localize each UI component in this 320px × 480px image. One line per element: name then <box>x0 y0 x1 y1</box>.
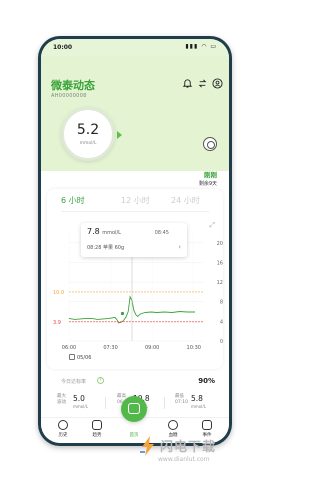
glucose-curve <box>68 257 195 341</box>
sensor-status: 刚刚 <box>204 171 217 179</box>
x-tick-label: 07:30 <box>103 345 117 351</box>
y-tick-label: 0 <box>220 339 223 345</box>
sensor-remaining: 剩余9天 <box>198 181 217 187</box>
tooltip-value-row: 7.8 mmol/L <box>87 227 121 236</box>
user-icon[interactable] <box>211 78 223 90</box>
calendar-icon <box>69 354 75 360</box>
y-tick-label: 4 <box>220 319 223 325</box>
glucose-chart-card: 6 小时 12 小时 24 小时 10.0 3.9 20 16 12 8 4 0 06:00… <box>47 189 223 369</box>
stat-lowest: 最低 07:10 5.8 mmol/L <box>165 393 221 413</box>
trend-icon <box>92 420 102 430</box>
nav-label: 趋势 <box>92 433 102 438</box>
watermark-url: www.dianlut.com <box>158 456 210 463</box>
sync-icon[interactable] <box>196 78 208 90</box>
time-in-range-row: 今日达标率 ? 90% <box>47 375 223 389</box>
tir-value: 90% <box>198 377 215 385</box>
status-time: 10:00 <box>53 44 73 51</box>
y-tick-label: 8 <box>220 300 223 306</box>
stat-unit: mmol/L <box>191 404 206 409</box>
home-icon <box>128 403 140 414</box>
stat-divider <box>105 397 106 409</box>
tooltip-time: 08:45 <box>154 230 169 236</box>
blood-drop-icon <box>168 420 178 430</box>
stat-max-fluctuation: 最大 波动 5.0 mmol/L <box>47 393 103 413</box>
glucose-gauge: 5.2 mmol/L <box>61 107 115 161</box>
stat-value: 5.8 <box>191 394 203 403</box>
nav-item-home[interactable] <box>121 396 147 422</box>
chevron-right-icon: › <box>178 243 181 251</box>
nav-label: 历史 <box>58 433 68 438</box>
x-tick-label: 06:00 <box>62 345 76 351</box>
bell-icon[interactable] <box>181 78 193 90</box>
y-tick-label: 16 <box>217 260 223 266</box>
target-limits: 10.0 3.9 <box>53 290 203 326</box>
upper-limit-label: 10.0 <box>53 290 64 296</box>
nav-item-history[interactable]: 历史 <box>49 420 77 442</box>
history-icon <box>58 420 68 430</box>
help-icon[interactable]: ? <box>97 377 104 384</box>
glucose-unit: mmol/L <box>79 141 97 146</box>
status-bar: 10:00 ▮▮▮ ◠ ▭ <box>41 39 229 56</box>
x-axis-ticks: 06:00 07:30 09:00 10:30 <box>62 345 201 351</box>
chart-date: 05/06 <box>77 355 92 361</box>
event-icon <box>202 420 212 430</box>
event-marker <box>120 311 125 316</box>
y-tick-label: 12 <box>217 280 223 286</box>
nav-item-trend[interactable]: 趋势 <box>83 420 111 442</box>
stat-value: 5.0 <box>73 394 85 403</box>
x-tick-label: 09:00 <box>145 345 159 351</box>
watermark-name: 闪电下载 <box>160 440 217 455</box>
app-title: 微泰动态 <box>51 79 95 92</box>
trend-arrow-icon <box>117 131 122 139</box>
y-axis-ticks: 20 16 12 8 4 0 <box>217 241 223 345</box>
tooltip-unit: mmol/L <box>102 230 121 236</box>
stat-unit: mmol/L <box>73 404 88 409</box>
app-screen: 10:00 ▮▮▮ ◠ ▭ 微泰动态 AH00000008 5.2 mmol/L… <box>41 39 229 443</box>
sensor-icon[interactable] <box>203 137 217 151</box>
tooltip-value: 7.8 <box>87 227 100 236</box>
phone-frame: 10:00 ▮▮▮ ◠ ▭ 微泰动态 AH00000008 5.2 mmol/L… <box>38 36 232 446</box>
stat-label: 最低 07:10 <box>175 394 188 405</box>
y-tick-label: 20 <box>217 241 223 247</box>
tooltip-event: 08:28 苹果 60g <box>87 245 125 251</box>
tir-label: 今日达标率 <box>61 379 87 385</box>
lower-limit-label: 3.9 <box>53 320 61 326</box>
glucose-line-chart: 10.0 3.9 20 16 12 8 4 0 06:00 07:30 09:00 10:30 <box>53 233 223 351</box>
lightning-logo-icon <box>140 436 154 456</box>
device-id: AH00000008 <box>51 93 87 99</box>
stat-label: 最大 波动 <box>57 394 66 405</box>
x-tick-label: 10:30 <box>187 345 201 351</box>
expand-icon[interactable]: ⤢ <box>209 221 215 230</box>
glucose-value: 5.2 <box>76 122 100 138</box>
status-icons: ▮▮▮ ◠ ▭ <box>185 43 217 50</box>
reading-tooltip[interactable]: 7.8 mmol/L 08:45 08:28 苹果 60g › <box>81 223 187 257</box>
